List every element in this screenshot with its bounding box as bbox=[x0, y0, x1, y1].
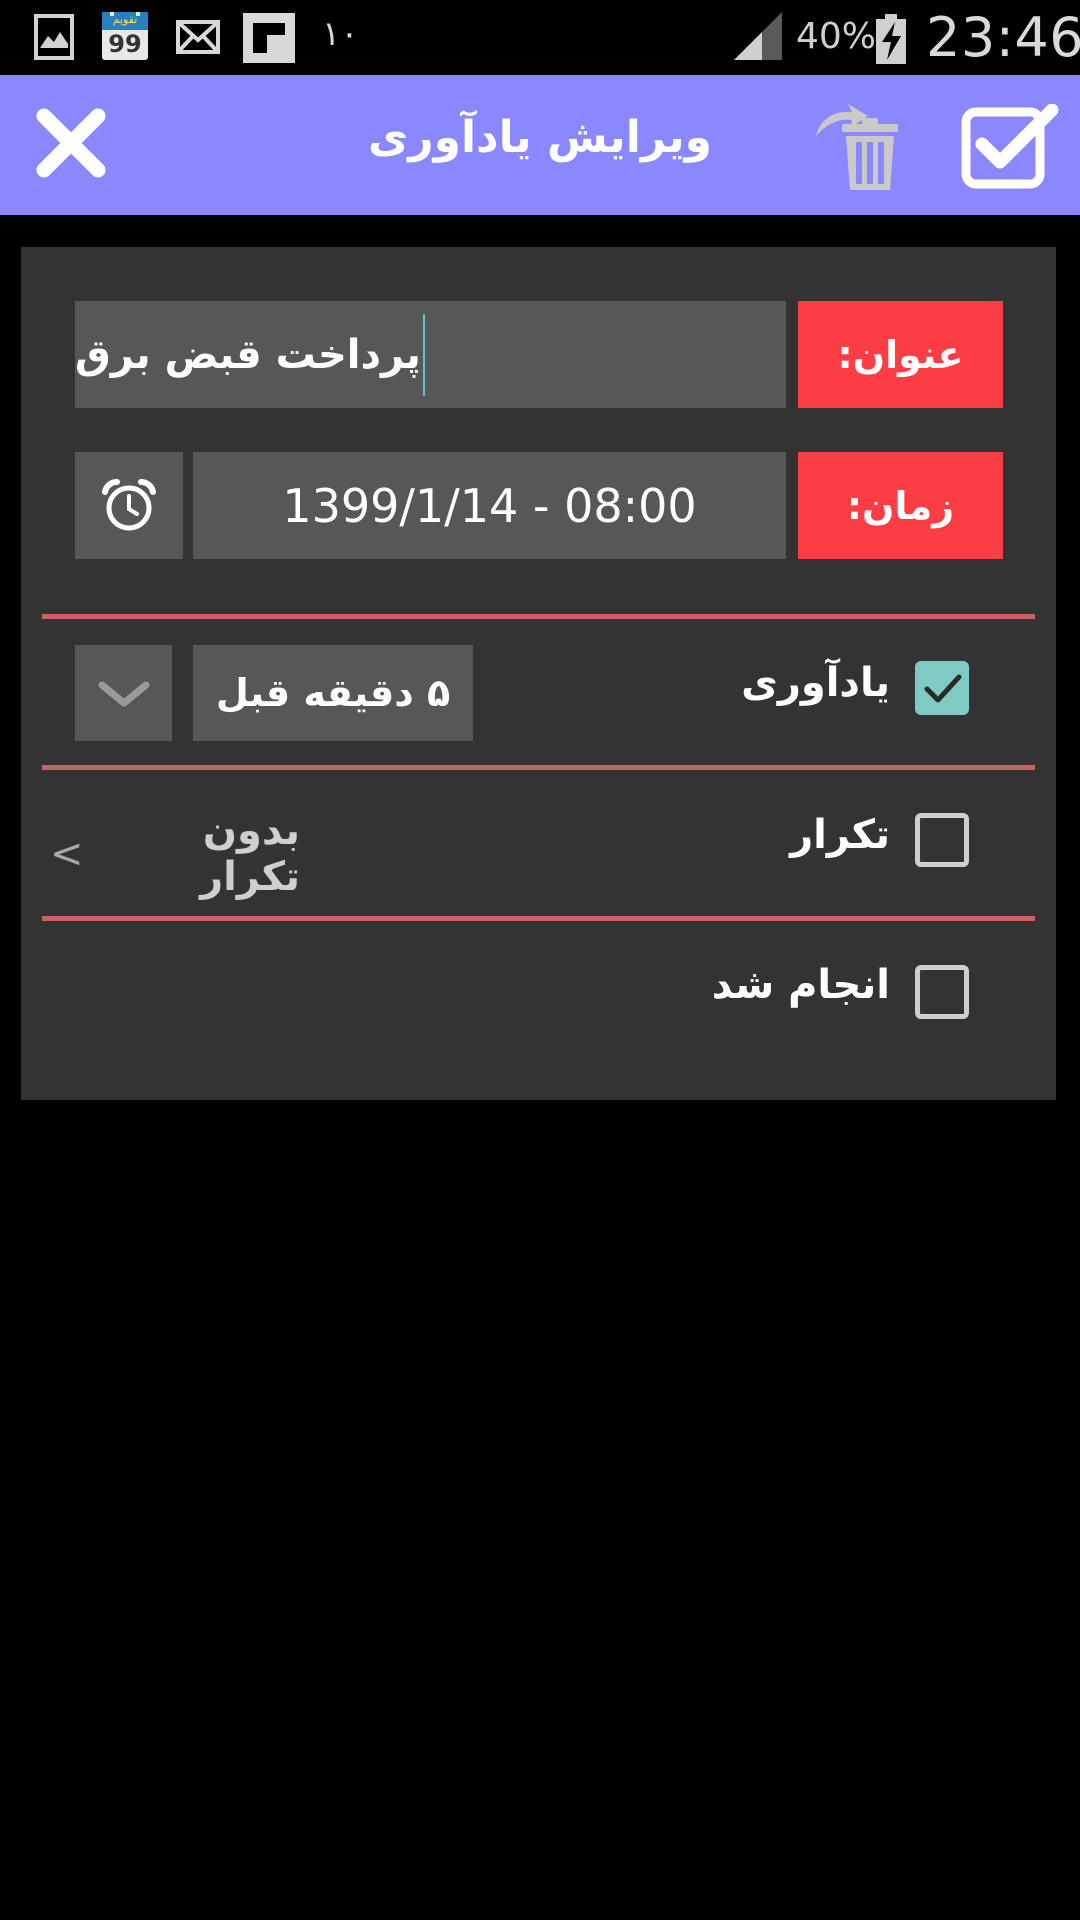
flipboard-icon bbox=[243, 13, 295, 63]
gallery-notification-icon bbox=[34, 14, 74, 60]
calendar-badge-text: تقویم bbox=[112, 13, 138, 26]
chevron-left-icon: < bbox=[50, 831, 84, 877]
chevron-down-icon bbox=[98, 681, 149, 707]
reminder-offset-select[interactable]: ۵ دقیقه قبل bbox=[193, 645, 473, 741]
trash-icon bbox=[816, 104, 898, 190]
title-label: عنوان: bbox=[798, 301, 1003, 408]
signal-icon bbox=[734, 12, 784, 64]
time-label: زمان: bbox=[798, 452, 1003, 559]
reminder-dropdown-button[interactable] bbox=[75, 645, 172, 741]
title-input[interactable]: پرداخت قبض برق bbox=[75, 301, 786, 408]
repeat-value-button[interactable]: < بدون تکرار bbox=[50, 808, 300, 900]
save-button[interactable] bbox=[960, 103, 1060, 190]
delete-button[interactable] bbox=[812, 100, 908, 196]
checkbox-check-icon bbox=[961, 103, 1059, 189]
alarm-button[interactable] bbox=[75, 452, 183, 559]
reminder-label: یادآوری bbox=[741, 660, 890, 706]
check-icon bbox=[924, 674, 962, 703]
calendar-badge-number: 99 bbox=[108, 30, 142, 58]
battery-charging-icon bbox=[876, 14, 906, 68]
status-time: 23:46 bbox=[926, 6, 1080, 69]
title-input-value: پرداخت قبض برق bbox=[75, 331, 421, 378]
repeat-checkbox[interactable] bbox=[915, 813, 969, 867]
reminder-checkbox[interactable] bbox=[915, 661, 969, 715]
alarm-clock-icon bbox=[102, 478, 156, 530]
divider bbox=[42, 765, 1035, 770]
notification-count: ١٠ bbox=[322, 14, 359, 54]
repeat-label: تکرار bbox=[790, 812, 890, 858]
close-icon bbox=[36, 108, 106, 178]
divider bbox=[42, 614, 1035, 619]
done-checkbox[interactable] bbox=[915, 965, 969, 1019]
done-label: انجام شد bbox=[711, 962, 890, 1008]
text-cursor bbox=[422, 313, 425, 396]
time-input[interactable]: 1399/1/14 - 08:00 bbox=[193, 452, 786, 559]
close-button[interactable] bbox=[36, 108, 106, 183]
mail-icon bbox=[176, 20, 220, 54]
divider bbox=[42, 916, 1035, 921]
status-bar bbox=[0, 0, 1080, 75]
page-title: ویرایش یادآوری bbox=[367, 112, 713, 163]
repeat-value: بدون تکرار bbox=[200, 808, 300, 900]
battery-percent: 40% bbox=[796, 16, 877, 57]
